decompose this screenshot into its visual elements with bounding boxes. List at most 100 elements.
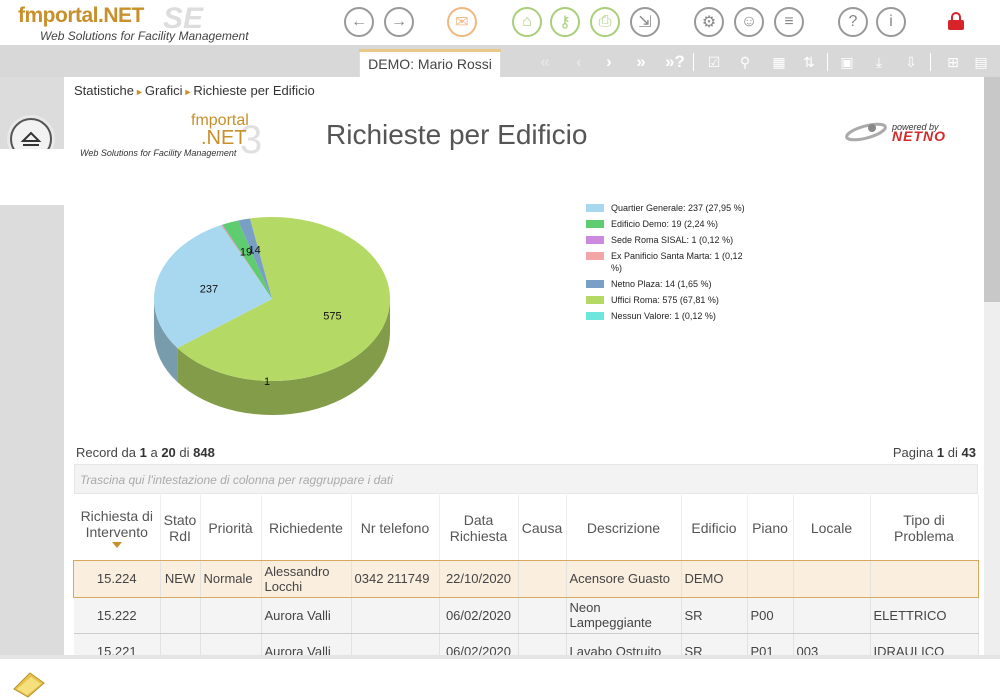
arrow-left-icon: ← [351,13,367,30]
table-cell-status-icon [160,597,201,634]
table-cell-date: 06/02/2020 [439,633,519,656]
sidebar-item-plans[interactable] [0,345,64,401]
table-cell-id: 15.221 [74,633,161,655]
user-button[interactable]: ☺ [734,7,764,37]
column-header[interactable]: Richiedente [261,495,352,561]
group-by-drop-area[interactable]: Trascina qui l'intestazione di colonna p… [74,464,978,494]
next-page-button[interactable]: › [598,52,620,72]
tab-active-indicator [359,49,501,52]
legend-swatch [586,236,604,244]
sidebar-item-search[interactable] [0,82,64,138]
legend-label: Edificio Demo: 19 (2,24 %) [611,219,719,229]
table-cell-room: 003 [793,633,871,655]
legend-label: Ex Panificio Santa Marta: 1 (0,12 %) [611,251,743,273]
column-header[interactable]: Priorità [200,495,262,561]
sidebar-item-map[interactable] [0,407,64,463]
app-logo[interactable]: fmportal.NET SE Web Solutions for Facili… [18,2,268,44]
mail-icon: ✉ [455,14,469,31]
pie-chart: 57523711914 [154,217,390,415]
goto-page-icon: »? [665,52,685,71]
checklist-button[interactable]: ☑ [703,52,725,72]
download-button[interactable]: ⇩ [900,52,922,72]
save-button[interactable]: ▣ [836,52,858,72]
column-header[interactable]: Data Richiesta [439,495,519,561]
pie-data-label: 14 [248,245,260,257]
report-logo: 3 fmportal .NET Web Solutions for Facili… [80,110,280,162]
forward-button[interactable]: → [384,7,414,37]
cell-text: SR [684,643,703,656]
records-to-label: a [150,445,158,460]
sort-az-button[interactable]: ⇅ [798,52,820,72]
gear-icon: ⚙ [701,14,717,31]
sidebar-item-users[interactable] [0,214,64,270]
home-button[interactable]: ⌂ [512,7,542,37]
table-cell-priority [200,633,262,655]
lock-icon[interactable] [948,12,964,30]
table-row[interactable]: 15.224 NEW Normale Alessandro Locchi 0342 21… [73,560,979,598]
columns-button[interactable]: ▦ [768,52,790,72]
legend-swatch [586,204,604,212]
powered-by-logo: powered by NETNO [844,117,969,147]
import-icon: ⤓ [875,53,883,70]
table-cell-cause [518,633,567,655]
table-cell-floor [747,561,794,598]
prev-page-button[interactable]: ‹ [568,52,590,72]
key-button[interactable]: ⚷ [550,7,580,37]
cell-text: Aurora Valli [264,607,331,623]
column-header[interactable]: Richiesta di Intervento [74,495,161,561]
table-cell-id: 15.224 [74,561,161,598]
column-header[interactable]: Edificio [681,495,748,561]
table-cell-problem: ELETTRICO [870,597,979,634]
back-button[interactable]: ← [344,7,374,37]
column-header[interactable]: Descrizione [566,495,682,561]
filter-button[interactable]: ⚲ [734,52,756,72]
info-button[interactable]: i [876,7,906,37]
column-header[interactable]: Nr telefono [351,495,440,561]
column-header[interactable]: Causa [518,495,567,561]
column-header-label: Richiesta di Intervento [80,508,153,540]
table-cell-problem: IDRAULICO [870,633,979,655]
sidebar-item-favorites[interactable] [0,280,64,336]
toolbar-separator [693,53,694,71]
print-button[interactable]: ⎙ [590,7,620,37]
table-row[interactable]: 15.222 Aurora Valli 06/02/2020 Neon Lampegg… [74,597,979,634]
toolbar-separator [930,53,931,71]
breadcrumb: Statistiche►Grafici►Richieste per Edific… [74,83,315,98]
table-cell-description: Acensore Guasto [566,561,682,598]
report-title: Richieste per Edificio [326,119,588,150]
table-cell-status-icon [160,633,201,655]
folder-icon[interactable] [12,669,46,699]
help-button[interactable]: ? [838,7,868,37]
column-header-label: Edificio [691,520,737,536]
layout-button[interactable]: ▤ [970,52,992,72]
cell-text: 06/02/2020 [445,643,512,656]
column-header[interactable]: Locale [793,495,871,561]
last-page-button[interactable]: » [630,52,652,72]
table-row[interactable]: 15.221 Aurora Valli 06/02/2020 Lavabo Ostru… [74,633,979,656]
column-header[interactable]: Piano [747,495,794,561]
mail-button[interactable]: ✉ [447,7,477,37]
column-header[interactable]: Tipo di Problema [870,495,979,561]
sidebar-item-list[interactable] [0,149,64,205]
tree-button[interactable]: ⊞ [942,52,964,72]
requests-grid: Richiesta di Intervento Stato RdI Priorità… [73,495,979,656]
cell-text: P01 [750,643,774,656]
import-button[interactable]: ⤓ [868,52,890,72]
settings-button[interactable]: ⚙ [694,7,724,37]
goto-page-button[interactable]: »? [664,52,686,72]
cell-text: 15.222 [96,607,137,623]
column-header-label: Richiedente [269,520,343,536]
breadcrumb-item-grafici[interactable]: Grafici [145,83,183,98]
breadcrumb-arrow-icon: ► [183,87,193,97]
cell-text: Aurora Valli [264,643,331,656]
save-icon: ▣ [840,53,854,70]
main-content: Statistiche►Grafici►Richieste per Edific… [64,77,984,655]
breadcrumb-item-statistiche[interactable]: Statistiche [74,83,134,98]
tab-demo-user[interactable]: DEMO: Mario Rossi [359,49,501,77]
record-count: Record da 1 a 20 di 848 [76,445,215,460]
scrollbar-thumb[interactable] [984,77,1000,302]
export-button[interactable]: ⇲ [630,7,660,37]
first-page-button[interactable]: « [534,52,556,72]
column-header[interactable]: Stato RdI [160,495,201,561]
database-button[interactable]: ≡ [774,7,804,37]
